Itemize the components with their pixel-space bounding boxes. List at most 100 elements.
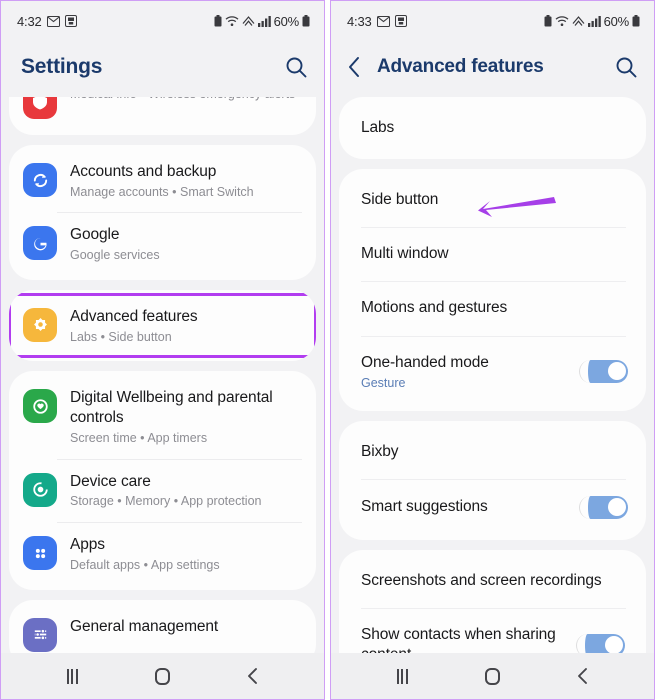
status-bar-left: 4:33 <box>347 14 407 29</box>
battery-icon <box>632 15 640 27</box>
gmail-icon <box>46 15 60 27</box>
right-phone-advanced-features-screen: 4:33 60% Advanced features Labs Side but… <box>330 0 655 700</box>
list-item-apps[interactable]: Apps Default apps • App settings <box>9 522 316 585</box>
list-item-text: Medical info • Wireless emergency alerts <box>70 97 302 103</box>
left-header: Settings <box>1 41 324 97</box>
signal-icon <box>257 15 271 27</box>
show-contacts-toggle[interactable] <box>576 633 625 653</box>
list-item-one-handed-mode[interactable]: One-handed mode Gesture <box>339 335 646 407</box>
search-icon[interactable] <box>614 55 638 79</box>
recents-icon[interactable] <box>380 661 424 691</box>
page-title: Advanced features <box>377 56 544 77</box>
battery-percent-label: 60% <box>273 13 300 29</box>
list-item-text: Screenshots and screen recordings <box>361 571 628 591</box>
list-item-digital-wellbeing[interactable]: Digital Wellbeing and parental controls … <box>9 375 316 458</box>
battery-saver-icon <box>544 15 552 27</box>
list-item-title: One-handed mode <box>361 353 489 371</box>
list-item-text: Side button <box>361 190 628 210</box>
left-settings-list[interactable]: Medical info • Wireless emergency alerts… <box>1 97 324 653</box>
list-item-text: Apps Default apps • App settings <box>70 534 302 573</box>
general-management-icon <box>23 617 57 652</box>
list-item-subtitle: Google services <box>70 248 160 263</box>
recents-icon[interactable] <box>50 661 94 691</box>
back-icon[interactable] <box>231 661 275 691</box>
list-item-google[interactable]: Google Google services <box>9 212 316 275</box>
toggle-knob <box>607 362 626 381</box>
status-bar-time: 4:32 <box>17 13 42 29</box>
list-item-title: Screenshots and screen recordings <box>361 571 602 589</box>
list-item-title: General management <box>70 617 219 635</box>
list-item-text: Accounts and backup Manage accounts • Sm… <box>70 161 302 200</box>
list-item-title: Smart suggestions <box>361 498 488 516</box>
features-card-bixby: Bixby Smart suggestions <box>339 420 646 540</box>
list-item-general-management[interactable]: General management <box>9 604 316 653</box>
smart-suggestions-toggle[interactable] <box>579 495 628 519</box>
advanced-features-list[interactable]: Labs Side button Multi window Motions an… <box>331 97 654 653</box>
device-care-icon <box>23 472 57 507</box>
page-title: Settings <box>21 55 103 78</box>
list-item-bixby[interactable]: Bixby <box>339 425 646 479</box>
right-navigation-bar[interactable] <box>331 653 654 699</box>
list-item-device-care[interactable]: Device care Storage • Memory • App prote… <box>9 458 316 522</box>
list-item-screenshots-and-screen-recordings[interactable]: Screenshots and screen recordings <box>339 554 646 608</box>
list-item-multi-window[interactable]: Multi window <box>339 227 646 281</box>
list-item-labs[interactable]: Labs <box>339 101 646 155</box>
list-item-title: Advanced features <box>70 307 198 325</box>
list-item-title: Motions and gestures <box>361 299 508 317</box>
list-item-title: Accounts and backup <box>70 163 217 180</box>
signal-icon <box>587 15 601 27</box>
battery-icon <box>302 15 310 27</box>
list-item-subtitle: Storage • Memory • App protection <box>70 494 262 509</box>
toggle-knob <box>607 498 626 517</box>
list-item-text: General management <box>70 616 302 637</box>
list-item-text: Google Google services <box>70 224 302 263</box>
features-card-main: Side button Multi window Motions and ges… <box>339 169 646 411</box>
toggle-knob <box>604 636 623 653</box>
left-status-bar: 4:32 60% <box>1 1 324 41</box>
back-chevron-icon[interactable] <box>345 55 365 79</box>
battery-percent-label: 60% <box>603 13 630 29</box>
list-item-advanced-features[interactable]: Advanced features Labs • Side button <box>9 292 316 359</box>
list-item-title: Show contacts when sharing content <box>361 625 556 653</box>
settings-card-accounts: Accounts and backup Manage accounts • Sm… <box>9 145 316 280</box>
list-item-text: One-handed mode Gesture <box>361 353 569 390</box>
list-item-text: Bixby <box>361 442 628 462</box>
network-icon <box>242 15 255 27</box>
network-icon <box>572 15 585 27</box>
right-status-bar: 4:33 60% <box>331 1 654 41</box>
right-header: Advanced features <box>331 41 654 97</box>
list-item-safety-and-emergency[interactable]: Medical info • Wireless emergency alerts <box>9 97 316 131</box>
home-icon[interactable] <box>470 661 514 691</box>
left-navigation-bar[interactable] <box>1 653 324 699</box>
settings-card-advanced-features: Advanced features Labs • Side button <box>9 289 316 362</box>
search-icon[interactable] <box>284 55 308 79</box>
back-icon[interactable] <box>561 661 605 691</box>
safety-emergency-icon <box>23 97 57 119</box>
wifi-icon <box>225 15 239 27</box>
gmail-icon <box>376 15 390 27</box>
list-item-title: Labs <box>361 119 395 136</box>
app-icon <box>64 15 77 27</box>
apps-icon <box>23 536 57 571</box>
list-item-text: Show contacts when sharing content <box>361 625 566 653</box>
settings-card-wellbeing-group: Digital Wellbeing and parental controls … <box>9 371 316 590</box>
list-item-text: Smart suggestions <box>361 497 569 517</box>
settings-card-safety: Medical info • Wireless emergency alerts <box>9 97 316 135</box>
list-item-title: Device care <box>70 472 151 490</box>
status-bar-right: 60% <box>544 14 640 29</box>
list-item-show-contacts-when-sharing-content[interactable]: Show contacts when sharing content <box>339 607 646 653</box>
list-item-subtitle: Gesture <box>361 375 406 390</box>
list-item-motions-and-gestures[interactable]: Motions and gestures <box>339 281 646 335</box>
list-item-smart-suggestions[interactable]: Smart suggestions <box>339 478 646 536</box>
list-item-accounts-and-backup[interactable]: Accounts and backup Manage accounts • Sm… <box>9 149 316 212</box>
one-handed-mode-toggle[interactable] <box>579 359 628 383</box>
list-item-title: Bixby <box>361 442 399 460</box>
sync-icon <box>23 163 57 197</box>
google-icon <box>23 226 57 261</box>
home-icon[interactable] <box>140 661 184 691</box>
wifi-icon <box>555 15 569 27</box>
list-item-text: Device care Storage • Memory • App prote… <box>70 471 302 510</box>
list-item-title: Google <box>70 226 120 244</box>
list-item-side-button[interactable]: Side button <box>339 173 646 227</box>
status-bar-time: 4:33 <box>347 13 372 29</box>
